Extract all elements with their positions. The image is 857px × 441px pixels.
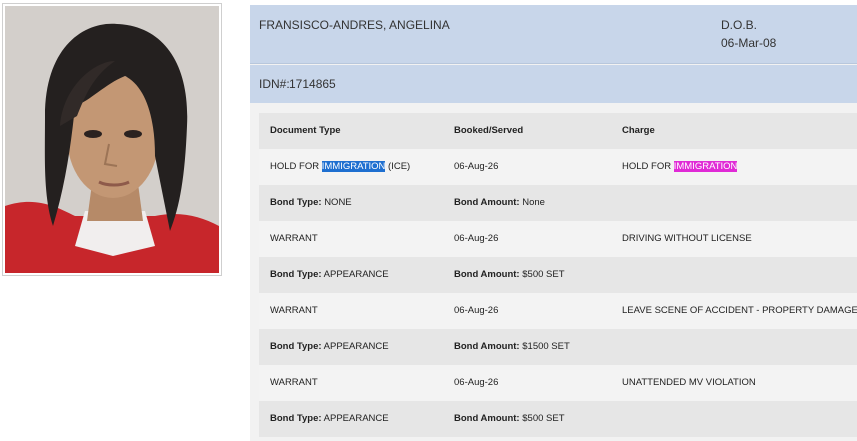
bond-type-label: Bond Type:: [270, 197, 322, 208]
bond-amount: Bond Amount: $1500 SET: [454, 329, 570, 365]
booked-date: 06-Aug-26: [454, 233, 499, 244]
table-row: WARRANT 06-Aug-26 LEAVE SCENE OF ACCIDEN…: [259, 293, 857, 329]
dob-value: 06-Mar-08: [721, 36, 777, 50]
bond-row: Bond Type: APPEARANCE Bond Amount: $1500…: [259, 329, 857, 365]
idn-label: IDN#:: [259, 77, 290, 91]
bond-row: Bond Type: APPEARANCE Bond Amount: $500 …: [259, 401, 857, 437]
inmate-name: FRANSISCO-ANDRES, ANGELINA: [259, 18, 450, 32]
document-type: HOLD FOR IMMIGRATION (ICE): [270, 149, 410, 185]
bond-amount: Bond Amount: $500 SET: [454, 257, 565, 293]
bond-amount-label: Bond Amount:: [454, 269, 520, 280]
bond-type: Bond Type: APPEARANCE: [270, 329, 389, 365]
document-type: WARRANT: [270, 233, 318, 244]
bond-type-value: APPEARANCE: [323, 413, 389, 424]
idn-value: 1714865: [289, 77, 336, 91]
booked-date: 06-Aug-26: [454, 305, 499, 316]
bond-amount-label: Bond Amount:: [454, 413, 520, 424]
document-type-text: HOLD FOR: [270, 161, 322, 172]
highlighted-term: IMMIGRATION: [321, 161, 386, 172]
document-type: WARRANT: [270, 305, 318, 316]
bond-amount-value: $500 SET: [522, 413, 565, 424]
mugshot-photo-frame: [2, 3, 222, 276]
dob-label: D.O.B.: [721, 18, 758, 32]
bond-amount-label: Bond Amount:: [454, 197, 520, 208]
charge: HOLD FOR IMMIGRATION: [622, 149, 738, 185]
header-booked-served: Booked/Served: [454, 125, 524, 136]
bond-type: Bond Type: APPEARANCE: [270, 401, 389, 437]
header-document-type: Document Type: [270, 125, 341, 136]
header-charge: Charge: [622, 125, 655, 136]
charge: UNATTENDED MV VIOLATION: [622, 377, 756, 388]
inmate-header: FRANSISCO-ANDRES, ANGELINA D.O.B. 06-Mar…: [250, 5, 857, 64]
mugshot-photo: [5, 6, 219, 273]
bond-amount-value: $500 SET: [522, 269, 565, 280]
bond-type-value: NONE: [324, 197, 352, 208]
bond-amount-label: Bond Amount:: [454, 341, 520, 352]
table-header-row: Document Type Booked/Served Charge: [259, 113, 857, 149]
bond-amount-value: $1500 SET: [522, 341, 570, 352]
bond-type-label: Bond Type:: [270, 269, 322, 280]
charge: DRIVING WITHOUT LICENSE: [622, 233, 752, 244]
bond-type-value: APPEARANCE: [323, 341, 389, 352]
document-type-suffix: (ICE): [385, 161, 411, 172]
document-type: WARRANT: [270, 377, 318, 388]
bond-row: Bond Type: NONE Bond Amount: None: [259, 185, 857, 221]
bond-type: Bond Type: APPEARANCE: [270, 257, 389, 293]
bond-amount: Bond Amount: $500 SET: [454, 401, 565, 437]
bond-amount-value: None: [522, 197, 545, 208]
bond-type-label: Bond Type:: [270, 413, 322, 424]
bond-type: Bond Type: NONE: [270, 185, 352, 221]
table-row: WARRANT 06-Aug-26 DRIVING WITHOUT LICENS…: [259, 221, 857, 257]
idn-bar: IDN#: 1714865: [250, 65, 857, 103]
charge: LEAVE SCENE OF ACCIDENT - PROPERTY DAMAG…: [622, 305, 857, 316]
bond-row: Bond Type: APPEARANCE Bond Amount: $500 …: [259, 257, 857, 293]
highlighted-term: IMMIGRATION: [673, 161, 738, 172]
bond-amount: Bond Amount: None: [454, 185, 545, 221]
portrait-image: [5, 6, 219, 273]
charge-text: HOLD FOR: [622, 161, 674, 172]
table-row: WARRANT 06-Aug-26 UNATTENDED MV VIOLATIO…: [259, 365, 857, 401]
booked-date: 06-Aug-26: [454, 377, 499, 388]
booked-date: 06-Aug-26: [454, 161, 499, 172]
table-row: HOLD FOR IMMIGRATION (ICE) 06-Aug-26 HOL…: [259, 149, 857, 185]
bond-type-label: Bond Type:: [270, 341, 322, 352]
charges-table: Document Type Booked/Served Charge HOLD …: [259, 113, 857, 437]
bond-type-value: APPEARANCE: [323, 269, 389, 280]
